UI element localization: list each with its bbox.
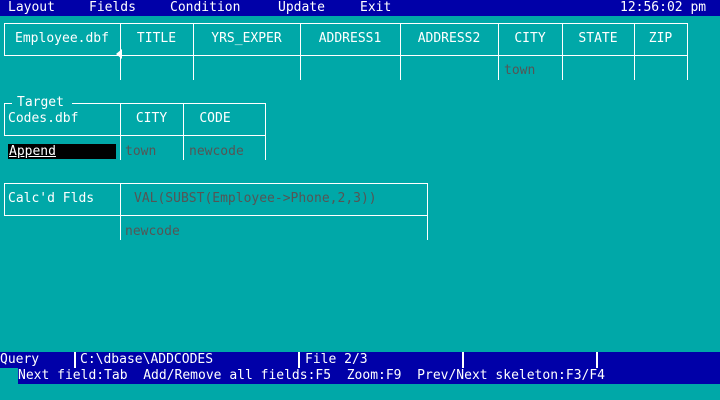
menu-update[interactable]: Update: [278, 0, 325, 16]
city-example-value[interactable]: town: [504, 63, 535, 79]
status-path: C:\dbase\ADDCODES: [80, 352, 214, 367]
field-yrs-exper[interactable]: YRS_EXPER: [193, 31, 300, 47]
field-zip[interactable]: ZIP: [634, 31, 687, 47]
file-name-codes[interactable]: Codes.dbf: [8, 111, 78, 127]
status-bar: Query C:\dbase\ADDCODES File 2/3: [0, 352, 720, 368]
menu-fields[interactable]: Fields: [89, 0, 136, 16]
field-state[interactable]: STATE: [562, 31, 634, 47]
skeleton-border: [4, 215, 428, 216]
navigation-help-line: Next field:Tab Add/Remove all fields:F5 …: [18, 368, 720, 384]
scroll-left-arrow-icon: [116, 49, 122, 59]
menu-condition[interactable]: Condition: [170, 0, 240, 16]
skeleton-border: [72, 103, 266, 104]
target-field-city[interactable]: CITY: [120, 111, 183, 127]
field-title[interactable]: TITLE: [120, 31, 193, 47]
field-address1[interactable]: ADDRESS1: [300, 31, 400, 47]
skeleton-border: [4, 135, 266, 136]
status-divider: [298, 352, 300, 368]
status-divider: [74, 352, 76, 368]
column-divider: [427, 183, 428, 240]
status-divider: [596, 352, 598, 368]
skeleton-border: [4, 55, 688, 56]
column-divider: [120, 183, 121, 240]
skeleton-border: [4, 183, 428, 184]
status-mode: Query: [0, 352, 40, 367]
calc-field-name-value[interactable]: newcode: [125, 224, 180, 240]
target-city-value[interactable]: town: [125, 144, 156, 160]
file-name-employee[interactable]: Employee.dbf: [4, 31, 120, 47]
skeleton-border: [4, 103, 12, 104]
navigation-help-text: Next field:Tab Add/Remove all fields:F5 …: [18, 368, 605, 383]
menu-bar: Layout Fields Condition Update Exit 12:5…: [0, 0, 720, 16]
target-code-value[interactable]: newcode: [189, 144, 244, 160]
menu-layout[interactable]: Layout: [8, 0, 55, 16]
target-field-code[interactable]: CODE: [183, 111, 247, 127]
calc-fields-label[interactable]: Calc'd Flds: [8, 191, 94, 207]
field-city[interactable]: CITY: [498, 31, 562, 47]
calc-expression[interactable]: VAL(SUBST(Employee->Phone,2,3)): [134, 191, 377, 207]
status-file-indicator: File 2/3: [305, 352, 368, 367]
column-divider: [687, 23, 688, 80]
skeleton-border: [4, 103, 5, 136]
clock: 12:56:02 pm: [620, 0, 707, 15]
append-operator-text: Append: [9, 144, 56, 159]
skeleton-border: [4, 23, 688, 24]
field-address2[interactable]: ADDRESS2: [400, 31, 498, 47]
skeleton-border: [4, 183, 5, 216]
target-label: Target: [17, 95, 64, 110]
status-divider: [462, 352, 464, 368]
menu-exit[interactable]: Exit: [360, 0, 391, 16]
column-divider: [265, 103, 266, 160]
append-operator-cell[interactable]: Append: [8, 144, 116, 159]
